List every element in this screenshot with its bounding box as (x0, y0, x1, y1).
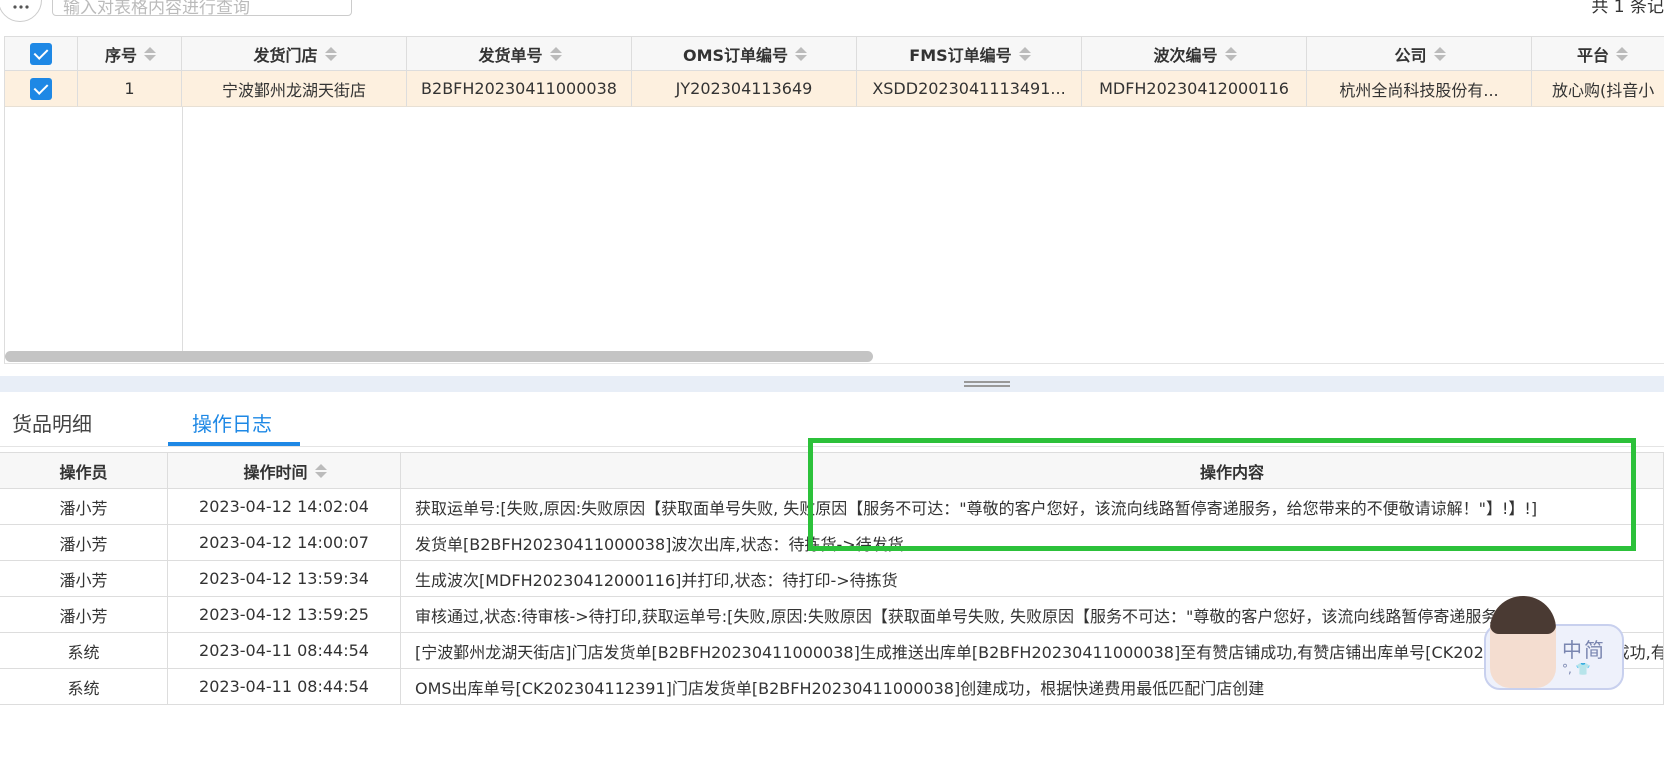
col-header-label: 发货单号 (478, 45, 543, 65)
drag-handle-icon[interactable] (964, 381, 1010, 387)
col-header-store[interactable]: 发货门店 (182, 37, 407, 71)
col-header-label: 波次编号 (1153, 45, 1218, 65)
select-all-checkbox[interactable] (30, 42, 52, 65)
table-cell[interactable]: 杭州全尚科技股份有... (1307, 71, 1532, 107)
sort-icon[interactable] (1018, 46, 1031, 62)
log-operator-cell: 系统 (0, 633, 168, 669)
sort-icon[interactable] (1433, 46, 1446, 62)
col-header-company[interactable]: 公司 (1307, 37, 1532, 71)
tab-operation-log[interactable]: 操作日志 (192, 408, 272, 437)
col-header-label: 发货门店 (253, 45, 318, 65)
sort-icon[interactable] (1616, 46, 1628, 62)
tab-goods-detail[interactable]: 货品明细 (12, 408, 92, 437)
column-settings-button[interactable] (0, 0, 42, 22)
log-time-cell: 2023-04-12 13:59:34 (168, 561, 401, 597)
col-header-label: FMS订单编号 (909, 45, 1012, 65)
table-cell[interactable]: B2BFH20230411000038 (407, 71, 632, 107)
col-header-index[interactable]: 序号 (78, 37, 182, 71)
log-time-cell: 2023-04-11 08:44:54 (168, 669, 401, 705)
log-content-cell: OMS出库单号[CK202304112391]门店发货单[B2BFH202304… (401, 669, 1664, 705)
log-operator-cell: 潘小芳 (0, 489, 168, 525)
table-cell[interactable]: XSDD2023041113491... (857, 71, 1082, 107)
table-cell[interactable]: JY202304113649 (632, 71, 857, 107)
log-operator-cell: 系统 (0, 669, 168, 705)
column-divider (182, 107, 183, 362)
horizontal-scrollbar[interactable] (5, 351, 873, 362)
detail-tabs: 货品明细 操作日志 (0, 392, 1664, 447)
ime-mode-label[interactable]: 中简 (1562, 634, 1606, 663)
row-checkbox[interactable] (30, 77, 52, 100)
ime-avatar-widget[interactable]: 中简 °, 👕 (1484, 596, 1624, 696)
log-content-cell: 生成波次[MDFH20230412000116]并打印,状态：待打印->待拣货 (401, 561, 1664, 597)
col-header-label: 操作内容 (1199, 462, 1264, 482)
sort-icon[interactable] (549, 46, 562, 62)
sort-icon[interactable] (314, 463, 327, 479)
operation-log-table: 操作员 操作时间 操作内容 潘小芳 2023-04-12 14:02:04 获取… (0, 452, 1664, 705)
table-search-input[interactable]: 输入对表格内容进行查询 (52, 0, 352, 16)
table-cell[interactable]: 放心购(抖音小 (1532, 71, 1664, 107)
col-header-label: 公司 (1394, 45, 1427, 65)
col-header-operator[interactable]: 操作员 (0, 453, 168, 489)
log-content-cell: 获取运单号:[失败,原因:失败原因【获取面单号失败, 失败原因【服务不可达："尊… (401, 489, 1664, 525)
row-select-cell[interactable] (5, 71, 78, 107)
col-header-label: 操作员 (59, 462, 108, 482)
total-count-text: 共 1 条记 (1591, 0, 1664, 17)
table-cell[interactable]: 宁波鄞州龙湖天街店 (182, 71, 407, 107)
col-header-fms-no[interactable]: FMS订单编号 (857, 37, 1082, 71)
toolbar: 输入对表格内容进行查询 共 1 条记 (0, 0, 1664, 22)
col-header-content[interactable]: 操作内容 (401, 453, 1664, 489)
col-header-oms-no[interactable]: OMS订单编号 (632, 37, 857, 71)
log-content-cell: [宁波鄞州龙湖天街店]门店发货单[B2BFH20230411000038]生成推… (401, 633, 1664, 669)
log-time-cell: 2023-04-12 13:59:25 (168, 597, 401, 633)
avatar-hair (1490, 596, 1556, 634)
sort-icon[interactable] (795, 46, 808, 62)
orders-table: 序号 发货门店 发货单号 OMS订单编号 FMS订单编号 波次编号 公司 平台 … (4, 36, 1664, 364)
table-cell[interactable]: 1 (78, 71, 182, 107)
log-content-cell: 发货单[B2BFH20230411000038]波次出库,状态：待拣货->待发货 (401, 525, 1664, 561)
sort-icon[interactable] (144, 46, 156, 62)
log-operator-cell: 潘小芳 (0, 561, 168, 597)
col-header-wave-no[interactable]: 波次编号 (1082, 37, 1307, 71)
panel-splitter[interactable] (0, 376, 1664, 392)
col-header-label: 序号 (104, 45, 137, 65)
col-header-platform[interactable]: 平台 (1532, 37, 1664, 71)
log-time-cell: 2023-04-12 14:02:04 (168, 489, 401, 525)
col-header-label: OMS订单编号 (682, 45, 789, 65)
grid-icon (13, 5, 29, 9)
log-operator-cell: 潘小芳 (0, 597, 168, 633)
col-header-label: 操作时间 (243, 462, 308, 482)
active-tab-indicator (168, 442, 300, 446)
col-header-shipment-no[interactable]: 发货单号 (407, 37, 632, 71)
col-header-time[interactable]: 操作时间 (168, 453, 401, 489)
log-operator-cell: 潘小芳 (0, 525, 168, 561)
select-all-header[interactable] (5, 37, 78, 71)
avatar-icon (1490, 596, 1556, 688)
table-cell[interactable]: MDFH20230412000116 (1082, 71, 1307, 107)
sort-icon[interactable] (324, 46, 337, 62)
sort-icon[interactable] (1224, 46, 1237, 62)
log-time-cell: 2023-04-12 14:00:07 (168, 525, 401, 561)
log-content-cell: 审核通过,状态:待审核->待打印,获取运单号:[失败,原因:失败原因【获取面单号… (401, 597, 1664, 633)
ime-options-icon[interactable]: °, 👕 (1562, 662, 1591, 676)
col-header-label: 平台 (1576, 45, 1609, 65)
log-time-cell: 2023-04-11 08:44:54 (168, 633, 401, 669)
